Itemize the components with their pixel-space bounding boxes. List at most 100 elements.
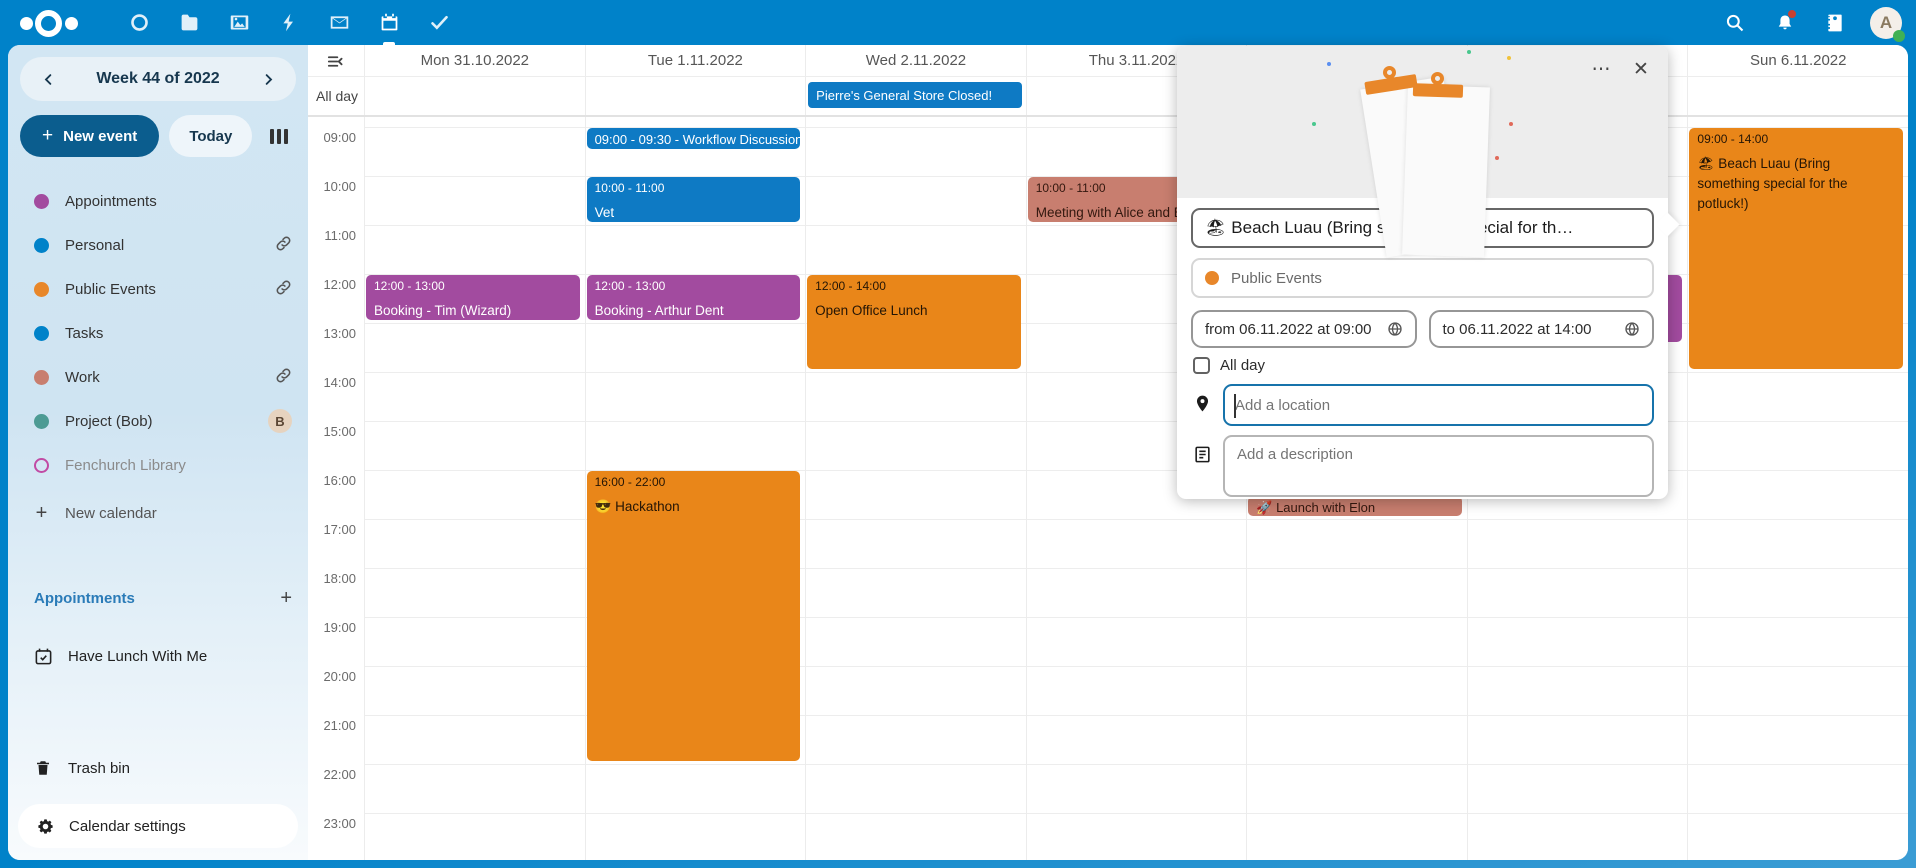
sidebar-calendar-personal[interactable]: Personal xyxy=(8,223,308,267)
calendar-event[interactable]: 12:00 - 13:00 Booking - Arthur Dent xyxy=(587,275,801,320)
next-week-button[interactable] xyxy=(254,65,282,93)
sidebar-calendar-project-bob-[interactable]: Project (Bob)B xyxy=(8,399,308,443)
calendar-check-icon xyxy=(34,647,53,666)
trash-bin-button[interactable]: Trash bin xyxy=(8,746,308,790)
column-divider xyxy=(1687,117,1688,860)
shared-link-icon[interactable] xyxy=(275,367,292,388)
hour-label: 17:00 xyxy=(308,522,356,537)
shared-link-icon[interactable] xyxy=(275,235,292,256)
nextcloud-logo[interactable] xyxy=(18,8,88,38)
hour-label: 14:00 xyxy=(308,375,356,390)
calendar-event[interactable]: 09:00 - 09:30 - Workflow Discussion xyxy=(587,128,801,149)
timezone-globe-icon[interactable] xyxy=(1624,321,1640,337)
appointment-item[interactable]: Have Lunch With Me xyxy=(8,636,308,676)
appointments-heading: Appointments xyxy=(34,590,280,607)
sidebar-calendar-appointments[interactable]: Appointments xyxy=(8,179,308,223)
compact-view-icon[interactable] xyxy=(326,53,343,75)
location-input[interactable]: Add a location xyxy=(1223,384,1654,426)
new-event-button[interactable]: + New event xyxy=(20,115,159,157)
all-day-cell[interactable]: Pierre's General Store Closed! xyxy=(805,77,1026,115)
sidebar-calendar-tasks[interactable]: Tasks xyxy=(8,311,308,355)
view-mode-icon[interactable] xyxy=(270,129,288,144)
calendar-settings-button[interactable]: Calendar settings xyxy=(18,804,298,848)
avatar-letter: A xyxy=(1880,13,1892,33)
event-title: 09:00 - 09:30 - Workflow Discussion xyxy=(595,131,793,148)
today-button[interactable]: Today xyxy=(169,115,252,157)
calendar-color-dot xyxy=(1205,271,1219,285)
event-editor-popup: ⋯ ✕ 🏖 Beach Luau (Bring something specia… xyxy=(1177,46,1668,499)
calendar-color-dot xyxy=(34,282,49,297)
calendar-color-dot xyxy=(34,238,49,253)
appointment-label: Have Lunch With Me xyxy=(68,648,207,665)
day-header-row: Mon 31.10.2022Tue 1.11.2022Wed 2.11.2022… xyxy=(308,45,1908,77)
hour-label: 10:00 xyxy=(308,179,356,194)
hour-label: 13:00 xyxy=(308,326,356,341)
calendar-label: Work xyxy=(65,369,275,386)
calendar-event[interactable]: 10:00 - 11:00Vet xyxy=(587,177,801,222)
search-icon[interactable] xyxy=(1710,0,1760,45)
event-time: 10:00 - 11:00 xyxy=(595,180,793,197)
calendar-label: Project (Bob) xyxy=(65,413,268,430)
calendar-event[interactable]: 12:00 - 14:00Open Office Lunch xyxy=(807,275,1021,369)
sidebar-calendar-public-events[interactable]: Public Events xyxy=(8,267,308,311)
popup-close-button[interactable]: ✕ xyxy=(1624,52,1658,86)
shared-link-icon[interactable] xyxy=(275,279,292,300)
event-time: 12:00 - 13:00 xyxy=(595,278,793,295)
hour-label: 20:00 xyxy=(308,669,356,684)
hour-label: 15:00 xyxy=(308,424,356,439)
calendar-app-icon[interactable] xyxy=(364,0,414,45)
calendar-select[interactable]: Public Events xyxy=(1191,258,1654,298)
event-title: Booking - Arthur Dent xyxy=(595,301,793,320)
notifications-bell-icon[interactable] xyxy=(1760,0,1810,45)
gear-icon xyxy=(36,817,55,836)
calendar-color-dot xyxy=(34,370,49,385)
column-divider xyxy=(1026,117,1027,860)
contacts-icon[interactable] xyxy=(1810,0,1860,45)
activity-icon[interactable] xyxy=(264,0,314,45)
new-calendar-button[interactable]: + New calendar xyxy=(8,491,308,535)
calendar-list: Appointments Personal Public EventsTasks Wo… xyxy=(8,179,308,487)
day-header: Tue 1.11.2022 xyxy=(585,45,806,76)
hour-label: 11:00 xyxy=(308,228,356,243)
photos-icon[interactable] xyxy=(214,0,264,45)
description-input[interactable]: Add a description xyxy=(1223,435,1654,497)
all-day-cell[interactable] xyxy=(1687,77,1908,115)
timezone-globe-icon[interactable] xyxy=(1387,321,1403,337)
calendar-event[interactable]: 16:00 - 22:00😎 Hackathon xyxy=(587,471,801,761)
hour-label: 22:00 xyxy=(308,767,356,782)
start-datetime-input[interactable]: from 06.11.2022 at 09:00 xyxy=(1191,310,1417,348)
event-time: 16:00 - 22:00 xyxy=(595,474,793,491)
calendar-label: Fenchurch Library xyxy=(65,457,292,474)
appointments-section-header: Appointments + xyxy=(34,587,292,610)
event-time: 12:00 - 14:00 xyxy=(815,278,1013,295)
shared-user-badge: B xyxy=(268,409,292,433)
hour-label: 23:00 xyxy=(308,816,356,831)
avatar[interactable]: A xyxy=(1870,7,1902,39)
text-cursor xyxy=(1234,394,1236,418)
mail-icon[interactable] xyxy=(314,0,364,45)
plus-icon: + xyxy=(34,502,49,525)
notification-dot xyxy=(1788,10,1796,18)
all-day-checkbox[interactable]: All day xyxy=(1191,357,1654,374)
hour-line xyxy=(364,813,1908,814)
tasks-icon[interactable] xyxy=(414,0,464,45)
calendar-color-dot xyxy=(34,326,49,341)
sidebar-calendar-fenchurch-library[interactable]: Fenchurch Library xyxy=(8,443,308,487)
sidebar-calendar-work[interactable]: Work xyxy=(8,355,308,399)
event-time: 12:00 - 13:00 xyxy=(374,278,572,295)
popup-menu-button[interactable]: ⋯ xyxy=(1584,52,1618,86)
dashboard-icon[interactable] xyxy=(114,0,164,45)
all-day-cell[interactable] xyxy=(364,77,585,115)
end-datetime-input[interactable]: to 06.11.2022 at 14:00 xyxy=(1429,310,1655,348)
checkbox-unchecked[interactable] xyxy=(1193,357,1210,374)
hour-label: 09:00 xyxy=(308,130,356,145)
add-appointment-config-button[interactable]: + xyxy=(280,587,292,610)
all-day-event[interactable]: Pierre's General Store Closed! xyxy=(808,82,1022,108)
calendar-label: Personal xyxy=(65,237,275,254)
files-icon[interactable] xyxy=(164,0,214,45)
calendar-event[interactable]: 12:00 - 13:00Booking - Tim (Wizard) xyxy=(366,275,580,320)
calendar-event[interactable]: 09:00 - 14:00🏖 Beach Luau (Bring somethi… xyxy=(1689,128,1903,369)
all-day-cell[interactable] xyxy=(585,77,806,115)
calendar-color-dot xyxy=(34,458,49,473)
previous-week-button[interactable] xyxy=(34,65,62,93)
